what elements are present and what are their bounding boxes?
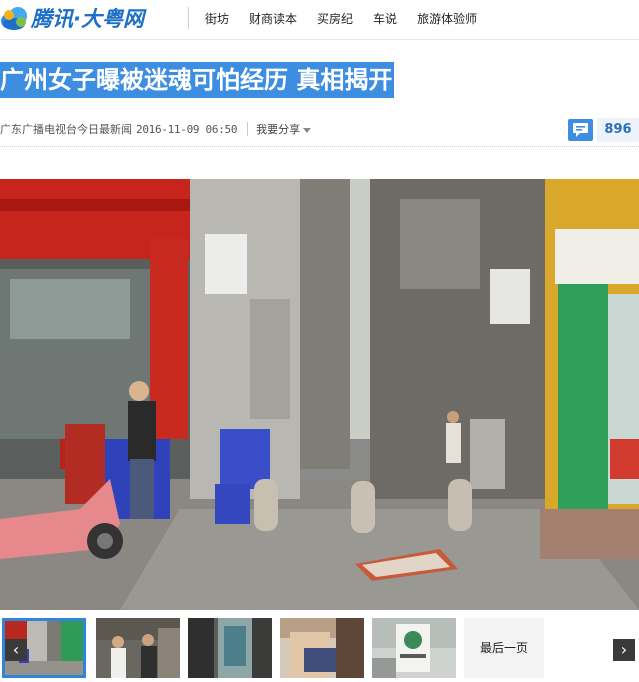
- thumbnail-5[interactable]: [372, 618, 456, 678]
- nav-item-jiefang[interactable]: 街坊: [205, 10, 229, 27]
- article-title: 广州女子曝被迷魂可怕经历 真相揭开: [0, 62, 395, 98]
- share-label: 我要分享: [256, 123, 301, 136]
- thumbnail-4[interactable]: [280, 618, 364, 678]
- comment-count[interactable]: 896: [597, 118, 639, 142]
- thumbnail-2[interactable]: [96, 618, 180, 678]
- logo-text: 腾讯·大粤网: [31, 7, 144, 31]
- article-meta: 广东广播电视台今日最新闻 2016-11-09 06:50 我要分享: [0, 119, 312, 139]
- tencent-logo-icon: [0, 4, 28, 32]
- article-date: 2016-11-09 06:50: [136, 122, 238, 136]
- chevron-right-icon[interactable]: ›: [613, 639, 635, 661]
- comment-button[interactable]: [568, 119, 593, 141]
- comment-bubble-icon: [573, 123, 588, 137]
- nav-item-cheshuo[interactable]: 车说: [373, 10, 397, 27]
- share-button[interactable]: 我要分享: [256, 121, 312, 137]
- top-nav: 街坊 财商读本 买房纪 车说 旅游体验师: [197, 0, 487, 36]
- main-photo: [0, 179, 639, 610]
- chevron-down-icon: [303, 127, 312, 133]
- chevron-left-icon[interactable]: ‹: [5, 639, 27, 661]
- thumbnail-3[interactable]: [188, 618, 272, 678]
- site-logo[interactable]: 腾讯·大粤网: [0, 2, 144, 34]
- article-source: 广东广播电视台今日最新闻: [0, 123, 132, 136]
- top-header: 腾讯·大粤网 街坊 财商读本 买房纪 车说 旅游体验师: [0, 0, 639, 40]
- last-page-button[interactable]: 最后一页: [464, 618, 544, 678]
- thumbnail-strip: 最后一页 ‹ ›: [0, 612, 639, 682]
- meta-separator: [0, 146, 639, 147]
- meta-divider: [247, 122, 249, 136]
- nav-item-maifang[interactable]: 买房纪: [317, 10, 353, 27]
- nav-divider: [188, 7, 189, 29]
- nav-item-lvyou[interactable]: 旅游体验师: [417, 10, 477, 27]
- nav-item-caishang[interactable]: 财商读本: [249, 10, 297, 27]
